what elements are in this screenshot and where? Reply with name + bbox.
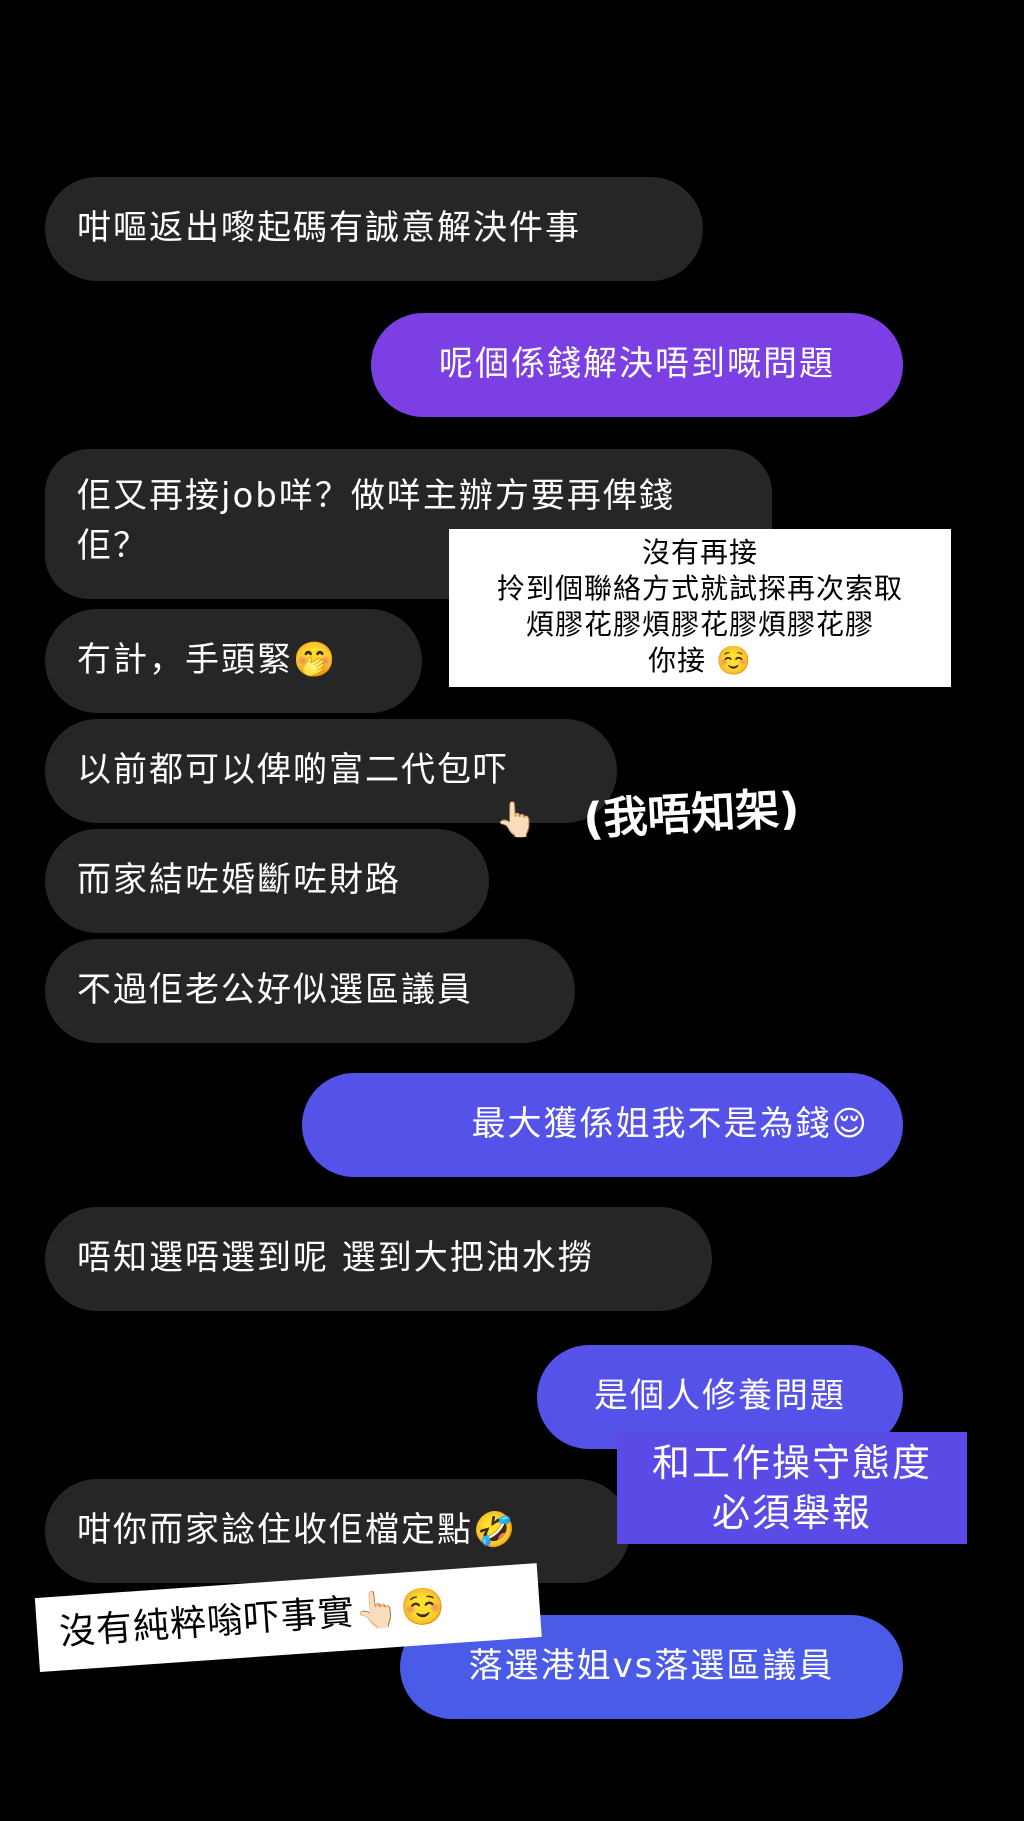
sticker-line: 必須舉報 [711,1491,872,1535]
emoji-rolling-laughing-icon: 🤣 [473,1510,518,1550]
message-text: 是個人修養問題 [594,1376,846,1416]
note-line: 沒有再接 [641,536,758,569]
message-received-1[interactable]: 咁嘔返出嚟起碼有誠意解決件事 [45,177,703,281]
emoji-point-smile-icon: 👆🏻☺️ [353,1585,448,1633]
message-received-5[interactable]: 而家結咗婚斷咗財路 [45,829,489,933]
message-text: 咁你而家諗住收佢檔定點 [77,1510,473,1550]
message-text: 而家結咗婚斷咗財路 [77,860,401,900]
message-text: 唔知選唔選到呢 選到大把油水撈 [77,1238,594,1278]
message-received-6[interactable]: 不過佢老公好似選區議員 [45,939,575,1043]
note-line: 拎到個聯絡方式就試探再次索取 [496,572,903,605]
message-received-7[interactable]: 唔知選唔選到呢 選到大把油水撈 [45,1207,712,1311]
message-text: 呢個係錢解決唔到嘅問題 [439,344,835,384]
white-note-overlay: 沒有再接 拎到個聯絡方式就試探再次索取 煩膠花膠煩膠花膠煩膠花膠 你接 ☺️ [449,529,951,687]
purple-sticker-overlay: 和工作操守態度 必須舉報 [617,1432,967,1544]
message-received-3[interactable]: 冇計，手頭緊🤭 [45,609,422,713]
message-text: 最大獲係姐我不是為錢 [471,1104,832,1144]
sticker-line: 和工作操守態度 [651,1441,932,1485]
handwritten-annotation: (我唔知架) [582,783,801,846]
message-received-8[interactable]: 咁你而家諗住收佢檔定點🤣 [45,1479,630,1583]
message-text: 咁嘔返出嚟起碼有誠意解決件事 [77,208,581,248]
emoji-hand-over-mouth-icon: 🤭 [293,640,338,680]
message-sent-2[interactable]: 最大獲係姐我不是為錢😌 [302,1073,903,1177]
note-line-last: 你接 ☺️ [648,644,752,677]
tilted-note-text: 沒有純粹嗡吓事實 [57,1591,357,1654]
message-text: 冇計，手頭緊 [77,640,293,680]
note-line: 煩膠花膠煩膠花膠煩膠花膠 [525,608,874,641]
message-text: 落選港姐vs落選區議員 [468,1646,835,1686]
message-sent-1[interactable]: 呢個係錢解決唔到嘅問題 [371,313,903,417]
pointing-up-icon: 👆🏻 [495,800,538,840]
message-text: 以前都可以俾啲富二代包吓 [77,750,509,790]
message-text: 不過佢老公好似選區議員 [77,970,473,1010]
emoji-relieved-face-icon: 😌 [831,1104,869,1144]
emoji-smiling-face-icon: ☺️ [716,644,752,677]
